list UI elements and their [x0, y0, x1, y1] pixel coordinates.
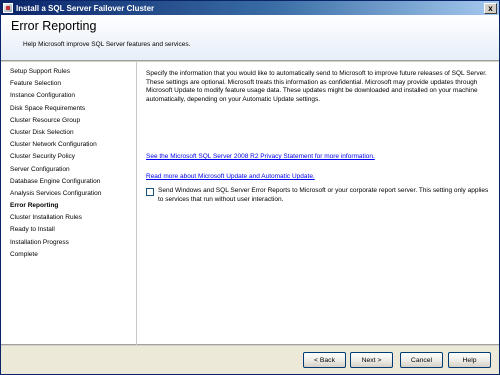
microsoft-update-link[interactable]: Read more about Microsoft Update and Aut…	[146, 173, 315, 180]
sql-server-setup-icon	[3, 3, 13, 13]
sidebar-item-cluster-installation-rules[interactable]: Cluster Installation Rules	[1, 212, 136, 224]
error-reports-checkbox-label[interactable]: Send Windows and SQL Server Error Report…	[158, 187, 491, 204]
sidebar-item-complete[interactable]: Complete	[1, 249, 136, 261]
sidebar-item-ready-to-install[interactable]: Ready to Install	[1, 224, 136, 236]
installer-window: Install a SQL Server Failover Cluster x …	[0, 0, 500, 375]
sidebar-item-installation-progress[interactable]: Installation Progress	[1, 237, 136, 249]
steps-sidebar: Setup Support Rules Feature Selection In…	[1, 62, 137, 345]
sidebar-item-cluster-resource-group[interactable]: Cluster Resource Group	[1, 115, 136, 127]
privacy-statement-link[interactable]: See the Microsoft SQL Server 2008 R2 Pri…	[146, 153, 375, 160]
help-button[interactable]: Help	[448, 352, 491, 368]
error-reports-option: Send Windows and SQL Server Error Report…	[146, 187, 491, 204]
cancel-button[interactable]: Cancel	[400, 352, 443, 368]
sidebar-item-feature-selection[interactable]: Feature Selection	[1, 78, 136, 90]
sidebar-item-disk-space-requirements[interactable]: Disk Space Requirements	[1, 103, 136, 115]
page-subtitle: Help Microsoft improve SQL Server featur…	[23, 41, 191, 48]
error-reports-checkbox[interactable]	[146, 188, 154, 196]
next-button[interactable]: Next >	[350, 352, 393, 368]
window-title: Install a SQL Server Failover Cluster	[16, 3, 155, 13]
content-area: Setup Support Rules Feature Selection In…	[1, 62, 499, 345]
close-icon[interactable]: x	[484, 2, 497, 14]
main-panel: Specify the information that you would l…	[146, 70, 491, 203]
error-reporting-description: Specify the information that you would l…	[146, 70, 487, 103]
back-button[interactable]: < Back	[303, 352, 346, 368]
sidebar-item-cluster-network-configuration[interactable]: Cluster Network Configuration	[1, 139, 136, 151]
sidebar-item-error-reporting[interactable]: Error Reporting	[1, 200, 136, 212]
sidebar-item-setup-support-rules[interactable]: Setup Support Rules	[1, 66, 136, 78]
button-bar: < Back Next > Cancel Help	[1, 346, 499, 374]
sidebar-item-database-engine-configuration[interactable]: Database Engine Configuration	[1, 176, 136, 188]
sidebar-item-cluster-security-policy[interactable]: Cluster Security Policy	[1, 151, 136, 163]
sidebar-item-instance-configuration[interactable]: Instance Configuration	[1, 90, 136, 102]
sidebar-item-cluster-disk-selection[interactable]: Cluster Disk Selection	[1, 127, 136, 139]
sidebar-item-analysis-services-configuration[interactable]: Analysis Services Configuration	[1, 188, 136, 200]
page-title: Error Reporting	[11, 19, 97, 33]
sidebar-item-server-configuration[interactable]: Server Configuration	[1, 164, 136, 176]
page-header: Error Reporting Help Microsoft improve S…	[1, 15, 499, 61]
title-bar[interactable]: Install a SQL Server Failover Cluster x	[1, 1, 499, 15]
